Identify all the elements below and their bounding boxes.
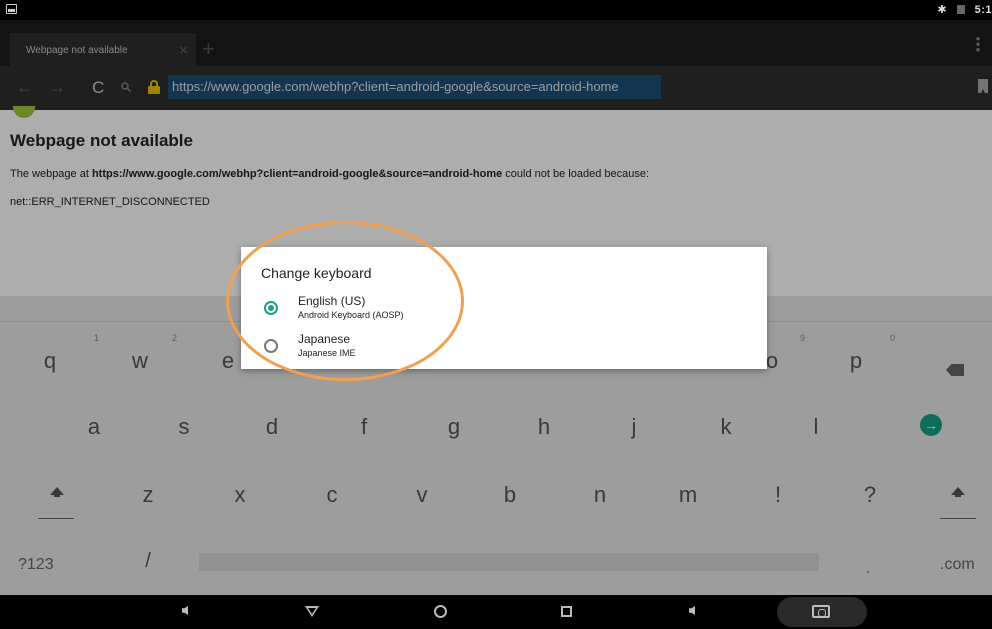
recents-icon[interactable] (561, 606, 572, 617)
navigation-bar (0, 595, 992, 629)
screenshot-icon[interactable] (812, 605, 830, 618)
screen: ✱ 5:1 Webpage not available × + ← → C ht… (0, 0, 992, 629)
home-icon[interactable] (434, 605, 447, 618)
volume-down-icon[interactable] (182, 606, 188, 615)
bluetooth-icon: ✱ (937, 4, 947, 16)
annotation-ellipse (226, 221, 464, 381)
signal-icon (956, 5, 965, 14)
status-bar: ✱ 5:1 (0, 0, 992, 20)
back-icon[interactable] (305, 606, 319, 617)
volume-up-icon[interactable] (689, 606, 695, 615)
clock: 5:1 (974, 3, 992, 16)
notification-icon (6, 4, 17, 14)
